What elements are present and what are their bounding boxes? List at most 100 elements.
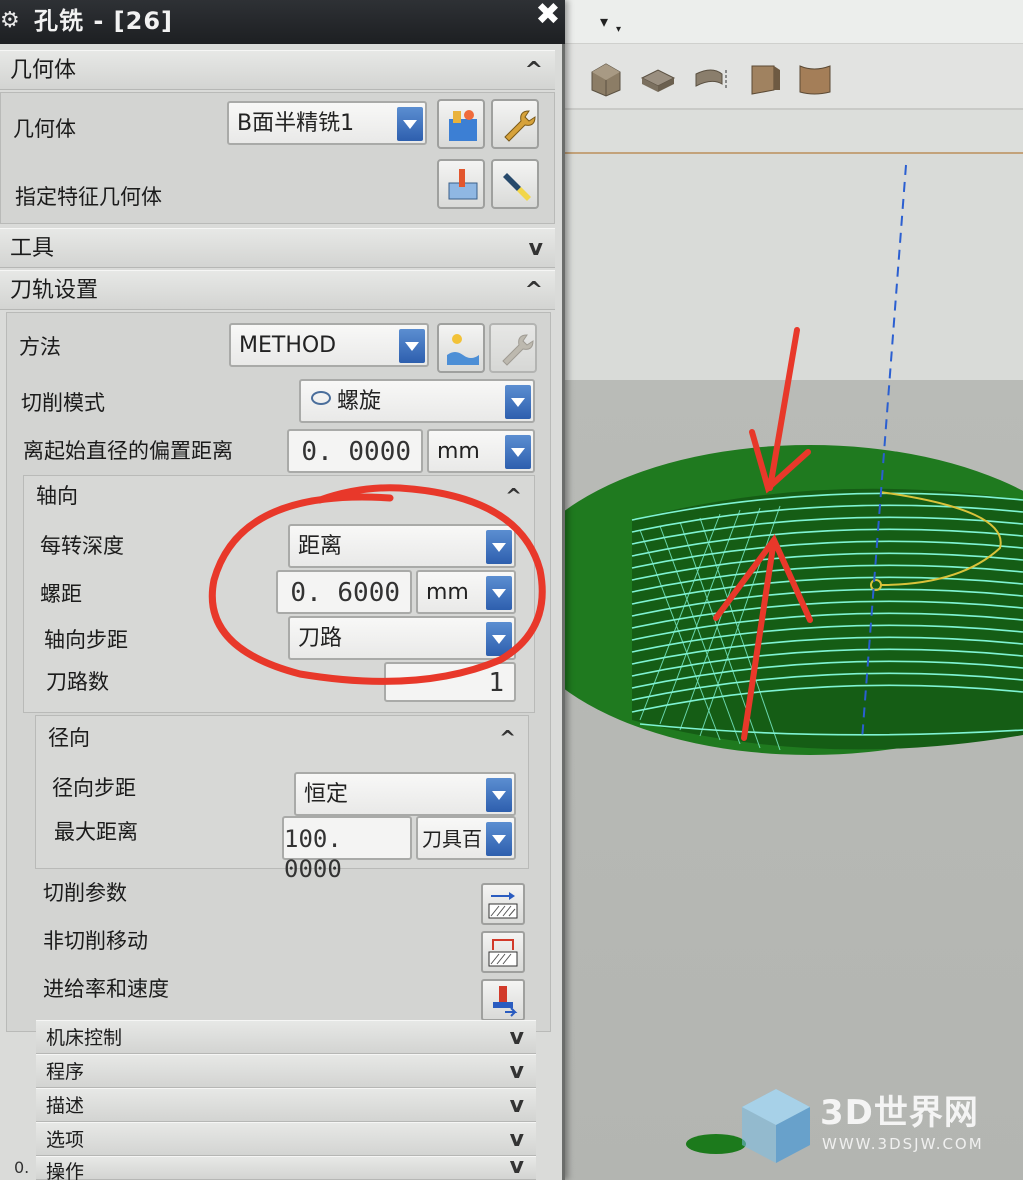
section-description[interactable]: 描述 v [36, 1088, 536, 1122]
section-geometry[interactable]: 几何体 ^ [0, 50, 555, 90]
watermark-brand: 3D世界网 [820, 1093, 979, 1133]
hole-interior [632, 488, 1023, 750]
pitch-unit-select[interactable]: mm [416, 570, 516, 614]
pitch-label: 螺距 [40, 582, 82, 606]
axial-step-value: 刀路 [298, 626, 343, 651]
chevron-down-icon[interactable]: v [510, 1024, 524, 1052]
small-part-blob [686, 1134, 746, 1154]
chevron-down-icon[interactable]: v [510, 1092, 524, 1120]
geometry-panel: 几何体 B面半精铣1 指定特征几何体 [0, 92, 555, 224]
toolpath-panel: 方法 METHOD 切削模式 螺旋 离起始直径的偏置距离 0. 0000 mm [6, 312, 551, 1032]
chevron-down-icon[interactable]: v [510, 1126, 524, 1154]
section-machine-control[interactable]: 机床控制 v [36, 1020, 536, 1054]
chevron-down-icon[interactable] [397, 107, 423, 141]
max-distance-value: 100. 0000 [284, 825, 342, 883]
pitch-value: 0. 6000 [290, 578, 400, 608]
new-geometry-button[interactable] [437, 99, 485, 149]
edit-geometry-button[interactable] [491, 99, 539, 149]
flashlight-icon [503, 173, 531, 201]
chevron-down-icon[interactable] [486, 576, 512, 610]
chevron-up-icon[interactable]: ^ [499, 724, 516, 752]
chevron-down-icon[interactable] [505, 385, 531, 419]
max-distance-unit-select[interactable]: 刀具百 [416, 816, 516, 860]
pitch-input[interactable]: 0. 6000 [276, 570, 412, 614]
section-actions-label: 操作 [46, 1161, 85, 1180]
method-select-value: METHOD [239, 333, 337, 358]
chevron-down-icon[interactable]: v [510, 1153, 524, 1180]
chevron-down-icon[interactable]: v [510, 1058, 524, 1086]
radial-step-select[interactable]: 恒定 [294, 772, 516, 816]
radial-group-label: 径向 [48, 726, 90, 750]
cut-mode-select[interactable]: 螺旋 [299, 379, 535, 423]
cut-mode-value: 螺旋 [337, 389, 382, 414]
chevron-down-icon[interactable] [399, 329, 425, 363]
feeds-speeds-label: 进给率和速度 [43, 977, 169, 1001]
depth-per-rev-value: 距离 [298, 534, 343, 559]
chevron-down-icon[interactable] [486, 778, 512, 812]
radial-group-header[interactable]: 径向 ^ [36, 720, 528, 756]
hole-milling-dialog: ⚙ 孔铣 - [26] ✖ 几何体 ^ 几何体 B面半精铣1 指定特征几何体 工… [0, 0, 565, 1180]
depth-per-rev-select[interactable]: 距离 [288, 524, 516, 568]
dialog-titlebar[interactable]: ⚙ 孔铣 - [26] ✖ [0, 0, 565, 44]
chevron-down-icon[interactable]: v [529, 235, 543, 263]
edit-method-button[interactable] [489, 323, 537, 373]
geometry-label: 几何体 [13, 117, 76, 141]
radial-group: 径向 ^ 径向步距 恒定 最大距离 100. 0000 刀具百 [35, 715, 529, 883]
feeds-speeds-button[interactable] [481, 979, 525, 1021]
cut-params-icon [488, 892, 518, 919]
section-options[interactable]: 选项 v [36, 1122, 536, 1156]
method-select[interactable]: METHOD [229, 323, 429, 367]
cut-params-button[interactable] [481, 883, 525, 925]
section-options-label: 选项 [46, 1129, 85, 1151]
cut-mode-label: 切削模式 [21, 391, 105, 415]
chevron-down-icon[interactable] [505, 435, 531, 469]
offset-distance-input[interactable]: 0. 0000 [287, 429, 423, 473]
offset-unit-select[interactable]: mm [427, 429, 535, 473]
section-toolpath-label: 刀轨设置 [10, 278, 99, 303]
non-cut-moves-button[interactable] [481, 931, 525, 973]
new-geometry-icon [449, 110, 477, 141]
axial-group-header[interactable]: 轴向 ^ [24, 478, 534, 514]
watermark-url: WWW.3DSJW.COM [822, 1135, 984, 1153]
axial-group-label: 轴向 [36, 484, 78, 508]
gear-icon[interactable]: ⚙ [0, 8, 22, 34]
feature-geometry-icon [448, 169, 478, 200]
method-label: 方法 [19, 335, 61, 359]
section-actions[interactable]: 操作 v [36, 1153, 536, 1180]
chevron-up-icon[interactable]: ^ [505, 482, 522, 510]
depth-per-rev-label: 每转深度 [40, 534, 124, 558]
chevron-down-icon[interactable] [486, 622, 512, 656]
section-tool-label: 工具 [10, 236, 55, 261]
spiral-icon [311, 391, 331, 405]
geometry-select-value: B面半精铣1 [237, 111, 355, 136]
display-feature-button[interactable] [491, 159, 539, 209]
specify-feature-button[interactable] [437, 159, 485, 209]
method-icon [447, 334, 479, 365]
passes-value: 1 [488, 668, 504, 698]
axial-step-select[interactable]: 刀路 [288, 616, 516, 660]
passes-input[interactable]: 1 [384, 662, 516, 702]
section-tool[interactable]: 工具 v [0, 228, 555, 268]
offset-distance-value: 0. 0000 [301, 437, 411, 467]
chevron-up-icon[interactable]: ^ [525, 57, 543, 85]
section-program[interactable]: 程序 v [36, 1054, 536, 1088]
chevron-up-icon[interactable]: ^ [525, 277, 543, 305]
chevron-down-icon[interactable] [486, 530, 512, 564]
non-cut-moves-icon [488, 939, 518, 967]
chevron-down-icon[interactable] [486, 822, 512, 856]
radial-step-label: 径向步距 [52, 776, 136, 800]
feeds-speeds-icon [493, 986, 518, 1017]
axial-group: 轴向 ^ 每转深度 距离 螺距 0. 6000 mm 轴向步距 刀路 刀路数 1 [23, 475, 535, 713]
max-distance-unit-value: 刀具百 [422, 827, 482, 851]
geometry-select[interactable]: B面半精铣1 [227, 101, 427, 145]
cut-params-label: 切削参数 [43, 881, 127, 905]
cube-logo-icon [742, 1089, 810, 1163]
feature-geometry-label: 指定特征几何体 [15, 185, 162, 209]
axial-step-label: 轴向步距 [44, 628, 128, 652]
close-button[interactable]: ✖ [530, 0, 566, 30]
wrench-disabled-icon [502, 334, 534, 366]
max-distance-input[interactable]: 100. 0000 [282, 816, 412, 883]
section-machine-label: 机床控制 [46, 1027, 123, 1049]
section-toolpath-settings[interactable]: 刀轨设置 ^ [0, 270, 555, 310]
new-method-button[interactable] [437, 323, 485, 373]
